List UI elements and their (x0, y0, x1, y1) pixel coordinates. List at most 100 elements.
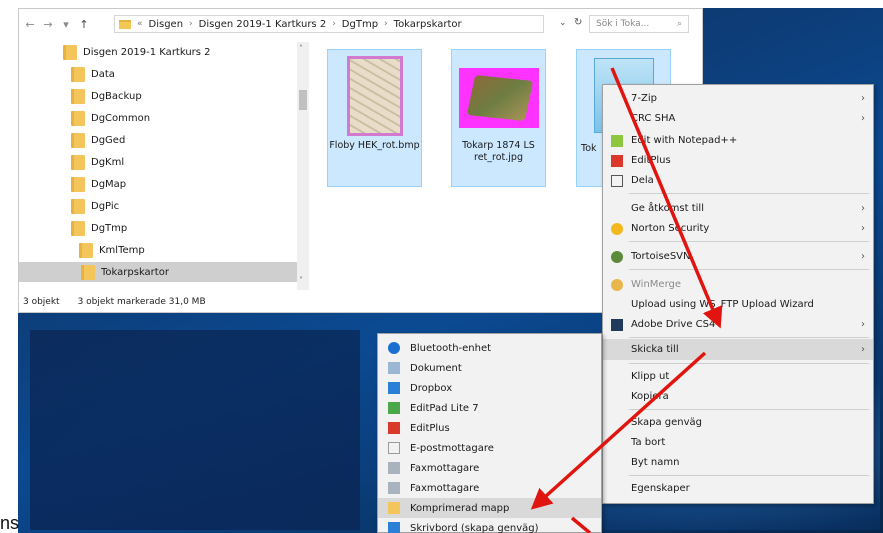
file-item-tokarp-1874[interactable]: Tokarp 1874 LS ret_rot.jpg (451, 49, 546, 187)
dropbox-icon (388, 382, 400, 394)
menu-item-label: Byt namn (631, 457, 680, 468)
menu-item-editplus[interactable]: EditPlus (603, 151, 873, 170)
submenu-arrow-icon: › (861, 251, 865, 262)
menu-item-skapa-genvag[interactable]: Skapa genväg (603, 413, 873, 432)
menu-item-dela[interactable]: Dela (603, 171, 873, 190)
sendto-skrivbord[interactable]: Skrivbord (skapa genväg) (378, 518, 601, 533)
refresh-icon[interactable]: ↻ (574, 17, 582, 28)
menu-item-skicka-till[interactable]: Skicka till › (603, 339, 873, 360)
sendto-bluetooth[interactable]: Bluetooth-enhet (378, 338, 601, 358)
bluetooth-icon (388, 342, 400, 354)
menu-separator (629, 363, 869, 364)
menu-item-winmerge: WinMerge (603, 275, 873, 294)
tree-item-data[interactable]: Data (71, 64, 293, 84)
menu-item-label: Dela (631, 175, 654, 186)
menu-item-label: Egenskaper (631, 483, 690, 494)
adobe-drive-icon (611, 318, 623, 331)
back-button[interactable]: ← (25, 18, 35, 31)
menu-item-label: Skrivbord (skapa genväg) (410, 522, 539, 533)
menu-item-label: TortoiseSVN (631, 251, 691, 262)
overflow-chevron[interactable]: « (137, 19, 143, 29)
tree-item-label: Disgen 2019-1 Kartkurs 2 (83, 46, 211, 58)
sendto-e-post[interactable]: E-postmottagare (378, 438, 601, 458)
sendto-dokument[interactable]: Dokument (378, 358, 601, 378)
search-input[interactable]: Sök i Toka... ⌕ (589, 15, 689, 33)
tree-item-dgpic[interactable]: DgPic (71, 196, 293, 216)
tree-item-dgbackup[interactable]: DgBackup (71, 86, 293, 106)
send-to-submenu: Bluetooth-enhet Dokument Dropbox EditPad… (377, 333, 602, 533)
address-bar[interactable]: « Disgen › Disgen 2019-1 Kartkurs 2 › Dg… (114, 15, 544, 33)
menu-item-edit-notepadpp[interactable]: Edit with Notepad++ (603, 131, 873, 150)
folder-icon (71, 66, 85, 82)
menu-item-kopiera[interactable]: Kopiera (603, 387, 873, 406)
breadcrumb-separator[interactable]: › (189, 19, 193, 29)
menu-item-7zip[interactable]: 7-Zip › (603, 89, 873, 108)
sendto-dropbox[interactable]: Dropbox (378, 378, 601, 398)
breadcrumb-kartkurs[interactable]: Disgen 2019-1 Kartkurs 2 (199, 19, 327, 30)
menu-item-label: Edit with Notepad++ (631, 135, 738, 146)
mail-icon (388, 442, 400, 454)
menu-item-label: Faxmottagare (410, 462, 480, 474)
breadcrumb-tokarpskartor[interactable]: Tokarpskartor (394, 19, 462, 30)
recent-locations-button[interactable]: ▾ (61, 18, 71, 31)
menu-item-adobe-drive[interactable]: Adobe Drive CS4 › (603, 315, 873, 334)
tree-item-label: DgTmp (91, 222, 128, 234)
folder-icon (119, 19, 131, 29)
tree-item-dgkml[interactable]: DgKml (71, 152, 293, 172)
menu-item-label: Skicka till (631, 344, 679, 355)
sendto-komprimerad-mapp[interactable]: Komprimerad mapp (378, 498, 601, 518)
menu-item-ge-atkomst[interactable]: Ge åtkomst till › (603, 199, 873, 218)
file-item-floby[interactable]: Floby HEK_rot.bmp (327, 49, 422, 187)
tree-item-label: KmlTemp (99, 244, 145, 256)
scroll-up-icon[interactable]: ˄ (299, 44, 303, 53)
sendto-editpad[interactable]: EditPad Lite 7 (378, 398, 601, 418)
tree-item-label: DgKml (91, 156, 125, 168)
tree-item-tokarpskartor[interactable]: Tokarpskartor (19, 262, 297, 282)
menu-item-klipp-ut[interactable]: Klipp ut (603, 367, 873, 386)
menu-item-crc-sha[interactable]: CRC SHA › (603, 109, 873, 128)
tree-item-dgmap[interactable]: DgMap (71, 174, 293, 194)
menu-item-label: E-postmottagare (410, 442, 494, 454)
sendto-editplus[interactable]: EditPlus (378, 418, 601, 438)
sendto-fax-1[interactable]: Faxmottagare (378, 458, 601, 478)
scroll-down-icon[interactable]: ˅ (299, 276, 303, 285)
breadcrumb-disgen[interactable]: Disgen (149, 19, 184, 30)
folder-icon (71, 110, 85, 126)
menu-item-label: Dropbox (410, 382, 453, 394)
forward-button[interactable]: → (43, 18, 53, 31)
scroll-thumb[interactable] (299, 90, 307, 110)
menu-item-label: EditPlus (410, 422, 450, 434)
menu-item-label: EditPlus (631, 155, 671, 166)
menu-item-tortoisesvn[interactable]: TortoiseSVN › (603, 247, 873, 266)
tree-item-root[interactable]: Disgen 2019-1 Kartkurs 2 (63, 42, 293, 62)
menu-item-norton[interactable]: Norton Security › (603, 219, 873, 238)
submenu-arrow-icon: › (861, 203, 865, 214)
menu-item-label: Dokument (410, 362, 462, 374)
menu-item-label: Komprimerad mapp (410, 502, 510, 514)
folder-icon (79, 242, 93, 258)
folder-icon (71, 88, 85, 104)
tree-scrollbar[interactable]: ˄ ˅ (297, 42, 309, 290)
address-dropdown-icon[interactable]: ⌄ (559, 18, 567, 28)
up-button[interactable]: ↑ (79, 18, 89, 31)
submenu-arrow-icon: › (861, 113, 865, 124)
menu-item-ta-bort[interactable]: Ta bort (603, 433, 873, 452)
map-thumbnail (458, 68, 539, 128)
tree-item-dgtmp[interactable]: DgTmp (71, 218, 293, 238)
menu-item-egenskaper[interactable]: Egenskaper (603, 479, 873, 498)
tree-item-kmltemp[interactable]: KmlTemp (79, 240, 293, 260)
menu-item-ws-ftp[interactable]: Upload using WS_FTP Upload Wizard (603, 295, 873, 314)
tree-item-dgcommon[interactable]: DgCommon (71, 108, 293, 128)
breadcrumb-separator[interactable]: › (332, 19, 336, 29)
folder-icon (71, 176, 85, 192)
tree-item-label: Data (91, 68, 115, 80)
breadcrumb-dgtmp[interactable]: DgTmp (342, 19, 378, 30)
menu-separator (629, 241, 869, 242)
navigation-pane: Disgen 2019-1 Kartkurs 2 Data DgBackup D… (19, 42, 309, 290)
tree-item-dgged[interactable]: DgGed (71, 130, 293, 150)
menu-item-byt-namn[interactable]: Byt namn (603, 453, 873, 472)
menu-item-label: Norton Security (631, 223, 710, 234)
sendto-fax-2[interactable]: Faxmottagare (378, 478, 601, 498)
status-item-count: 3 objekt (23, 297, 60, 307)
breadcrumb-separator[interactable]: › (384, 19, 388, 29)
